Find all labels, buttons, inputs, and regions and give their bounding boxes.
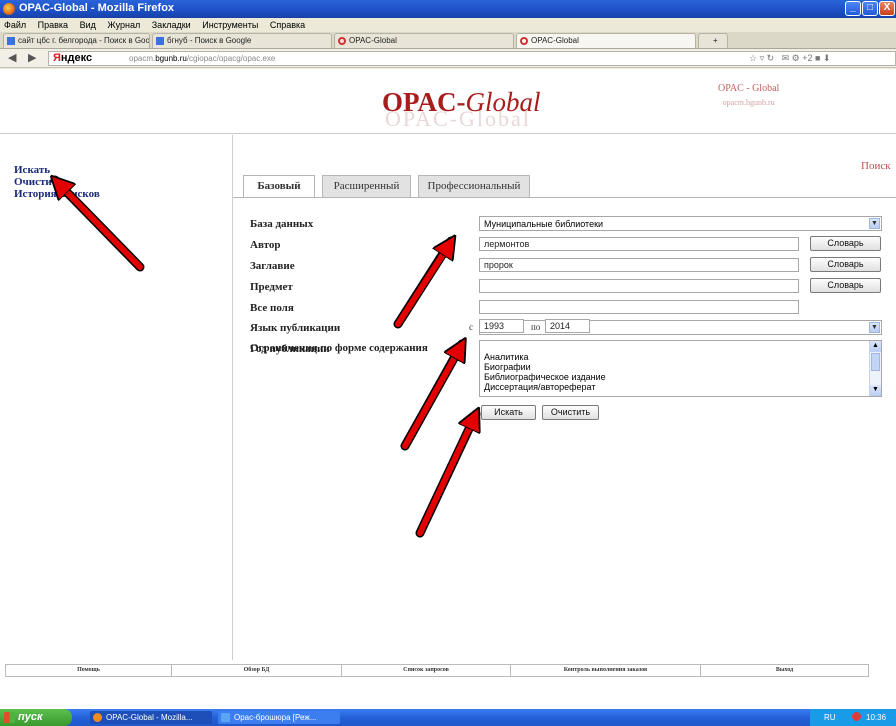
minimize-button[interactable]: _ <box>845 1 861 16</box>
database-label: База данных <box>250 218 314 230</box>
forward-arrow-icon[interactable]: ▶ <box>28 51 36 64</box>
system-tray: RU 10:36 <box>810 709 896 726</box>
url-text: opacm.bgunb.ru/cgiopac/opacg/opac.exe <box>129 54 276 63</box>
browser-tab[interactable]: сайт цбс г. белгорода - Поиск в Google <box>3 33 150 48</box>
arrow-to-year-field <box>402 348 460 449</box>
browser-tab-strip: сайт цбс г. белгорода - Поиск в Google б… <box>0 32 896 49</box>
window-title: OPAC-Global - Mozilla Firefox <box>19 2 175 14</box>
title-dictionary-button[interactable]: Словарь <box>810 257 881 272</box>
clear-button[interactable]: Очистить <box>542 405 599 420</box>
menu-edit[interactable]: Правка <box>38 20 68 30</box>
menu-history[interactable]: Журнал <box>107 20 140 30</box>
author-dictionary-button[interactable]: Словарь <box>810 236 881 251</box>
tab-underline <box>233 197 896 198</box>
scroll-thumb[interactable] <box>871 353 880 371</box>
listbox-scrollbar[interactable]: ▲ ▼ <box>869 341 881 396</box>
opac-icon <box>338 37 346 45</box>
footer-orders-link[interactable]: Контроль выполнения заказов <box>511 665 701 676</box>
year-to-prefix: по <box>531 322 541 332</box>
google-icon <box>156 37 164 45</box>
chevron-down-icon: ▼ <box>869 322 880 333</box>
author-label: Автор <box>250 239 281 251</box>
window-title-bar[interactable]: OPAC-Global - Mozilla Firefox _ □ X <box>0 0 896 18</box>
menu-view[interactable]: Вид <box>80 20 96 30</box>
title-input[interactable]: пророк <box>479 258 799 272</box>
navigation-bar: ◀ ▶ Яндекс opacm.bgunb.ru/cgiopac/opacg/… <box>0 49 896 68</box>
footer-help-link[interactable]: Помощь <box>6 665 172 676</box>
sidebar-clear-link[interactable]: Очистить <box>14 176 100 188</box>
clock: 10:36 <box>866 713 887 722</box>
document-icon <box>221 713 230 722</box>
content-form-listbox[interactable]: Аналитика Биографии Библиографическое из… <box>479 340 882 397</box>
tab-professional[interactable]: Профессиональный <box>418 175 530 197</box>
menu-bar: Файл Правка Вид Журнал Закладки Инструме… <box>0 18 896 32</box>
author-input[interactable]: лермонтов <box>479 237 799 251</box>
new-tab-button[interactable]: + <box>713 36 718 45</box>
menu-file[interactable]: Файл <box>4 20 26 30</box>
subject-dictionary-button[interactable]: Словарь <box>810 278 881 293</box>
taskbar: пуск OPAC-Global - Mozilla... Opac-брошю… <box>0 709 896 726</box>
arrow-to-author-field <box>395 245 449 327</box>
tab-extended[interactable]: Расширенный <box>322 175 411 197</box>
taskbar-document[interactable]: Opac-брошюра [Реж... <box>218 711 340 724</box>
menu-tools[interactable]: Инструменты <box>202 20 258 30</box>
subject-input[interactable] <box>479 279 799 293</box>
language-indicator[interactable]: RU <box>824 713 836 722</box>
firefox-icon <box>93 713 102 722</box>
web-page: OPAC-Global OPAC-Global OPAC - Global op… <box>0 69 896 709</box>
footer-exit-link[interactable]: Выход <box>701 665 868 676</box>
footer-requests-link[interactable]: Список запросов <box>342 665 511 676</box>
sidebar-history-link[interactable]: История поисков <box>14 188 100 200</box>
allfields-label: Все поля <box>250 302 294 314</box>
content-form-label: Ограничения по форме содержания <box>250 342 428 354</box>
search-button[interactable]: Искать <box>481 405 536 420</box>
divider <box>232 135 233 660</box>
title-label: Заглавие <box>250 260 295 272</box>
allfields-input[interactable] <box>479 300 799 314</box>
windows-flag-icon <box>4 712 15 723</box>
scroll-down-icon[interactable]: ▼ <box>870 385 881 396</box>
list-item[interactable]: Библиографическое издание <box>484 372 877 382</box>
page-header: OPAC-Global OPAC-Global OPAC - Global op… <box>0 69 896 134</box>
sidebar-search-link[interactable]: Искать <box>14 164 100 176</box>
menu-bookmarks[interactable]: Закладки <box>152 20 191 30</box>
browser-tab[interactable]: OPAC-Global <box>334 33 514 48</box>
toolbar-icons: ☆ ▿ ↻ ✉ ⚙ +2 ■ ⬇ <box>749 53 831 63</box>
google-icon <box>7 37 15 45</box>
firefox-icon <box>3 3 15 15</box>
scroll-up-icon[interactable]: ▲ <box>870 341 881 352</box>
footer-bar: Помощь Обзор БД Список запросов Контроль… <box>5 664 869 677</box>
browser-tab[interactable]: бгнуб - Поиск в Google <box>152 33 332 48</box>
language-label: Язык публикации <box>250 322 341 334</box>
list-item[interactable]: Биографии <box>484 362 877 372</box>
chevron-down-icon: ▼ <box>869 218 880 229</box>
sidebar: Искать Очистить История поисков <box>14 164 100 200</box>
start-button[interactable]: пуск <box>0 709 72 726</box>
address-bar[interactable]: Яндекс opacm.bgunb.ru/cgiopac/opacg/opac… <box>48 51 896 66</box>
yandex-logo: Яндекс <box>53 52 93 64</box>
year-from-input[interactable]: 1993 <box>479 319 524 333</box>
list-item[interactable]: Диссертация/автореферат <box>484 382 877 392</box>
browser-tab[interactable]: + <box>698 33 728 48</box>
footer-db-overview-link[interactable]: Обзор БД <box>172 665 342 676</box>
list-item[interactable]: Аналитика <box>484 352 877 362</box>
menu-help[interactable]: Справка <box>270 20 305 30</box>
year-to-input[interactable]: 2014 <box>545 319 590 333</box>
arrow-to-search-button <box>417 418 474 536</box>
opac-icon <box>520 37 528 45</box>
browser-tab-active[interactable]: OPAC-Global <box>516 33 696 48</box>
tray-icon[interactable] <box>852 712 861 721</box>
maximize-button[interactable]: □ <box>862 1 878 16</box>
subject-label: Предмет <box>250 281 293 293</box>
database-select[interactable]: Муниципальные библиотеки ▼ <box>479 216 882 231</box>
tab-basic[interactable]: Базовый <box>243 175 315 198</box>
year-from-prefix: с <box>469 322 473 332</box>
search-top-link[interactable]: Поиск <box>861 160 891 172</box>
close-window-button[interactable]: X <box>879 1 895 16</box>
back-arrow-icon[interactable]: ◀ <box>8 51 16 64</box>
brand-badge: OPAC - Global opacm.bgunb.ru <box>718 83 780 107</box>
opac-logo: OPAC-Global <box>382 87 541 117</box>
taskbar-firefox[interactable]: OPAC-Global - Mozilla... <box>90 711 212 724</box>
